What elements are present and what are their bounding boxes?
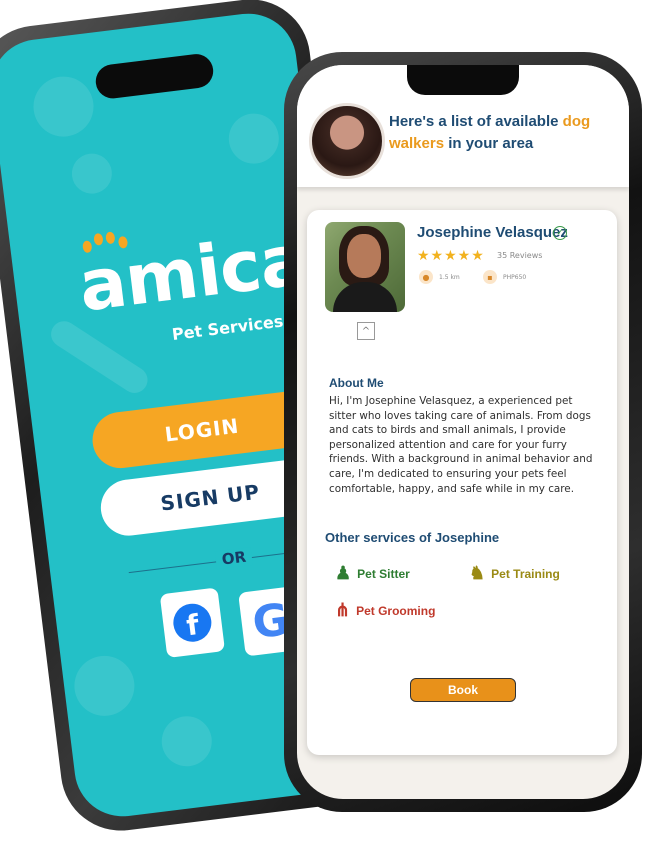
service-label: Pet Grooming <box>356 603 436 618</box>
chevron-up-icon[interactable]: ^ <box>357 322 375 340</box>
about-text: Hi, I'm Josephine Velasquez, a experienc… <box>329 395 593 495</box>
background-paw-decoration <box>225 110 282 167</box>
camera-notch <box>93 52 216 101</box>
header-title-suffix: in your area <box>444 135 534 152</box>
service-label: Pet Training <box>491 566 560 581</box>
training-icon: ♞ <box>469 563 486 583</box>
header-title: Here's a list of available dog walkers i… <box>389 111 624 155</box>
facebook-icon: f <box>171 601 214 644</box>
background-paw-decoration <box>69 151 115 196</box>
book-button[interactable]: Book <box>410 678 516 702</box>
distance: 1.5 km <box>439 274 460 281</box>
service-label: Pet Sitter <box>357 566 410 581</box>
other-services-title: Other services of Josephine <box>325 530 500 545</box>
user-avatar[interactable] <box>309 103 385 179</box>
walker-name: Josephine Velasquez <box>417 224 568 241</box>
about-title: About Me <box>329 376 384 390</box>
location-icon: ● <box>419 270 433 284</box>
or-label: OR <box>214 547 254 570</box>
rating-stars: ★★★★★ <box>417 248 485 264</box>
background-paw-decoration <box>158 713 215 770</box>
header-title-prefix: Here's a list of available <box>389 113 563 130</box>
background-bone-decoration <box>46 316 153 398</box>
price: PHP650 <box>503 274 527 281</box>
walker-photo <box>325 222 405 312</box>
service-pet-sitter[interactable]: ♟ Pet Sitter <box>335 563 410 584</box>
wallet-icon: ▪ <box>483 270 497 284</box>
camera-notch <box>407 65 519 95</box>
person-icon: ♟ <box>335 563 352 583</box>
service-pet-training[interactable]: ♞ Pet Training <box>469 563 560 584</box>
walker-screen: Here's a list of available dog walkers i… <box>297 65 629 799</box>
background-paw-decoration <box>30 73 97 141</box>
facebook-login-button[interactable]: f <box>159 587 226 659</box>
review-count[interactable]: 35 Reviews <box>497 251 542 260</box>
comb-icon: ⋔ <box>335 600 351 620</box>
verified-icon: ✓ <box>553 226 567 240</box>
background-paw-decoration <box>70 652 138 720</box>
walker-profile-card: ^ Josephine Velasquez ✓ ★★★★★ 35 Reviews… <box>307 210 617 755</box>
service-pet-grooming[interactable]: ⋔ Pet Grooming <box>335 600 435 621</box>
walker-phone: Here's a list of available dog walkers i… <box>284 52 642 812</box>
app-subtitle: Pet Services <box>170 311 285 344</box>
